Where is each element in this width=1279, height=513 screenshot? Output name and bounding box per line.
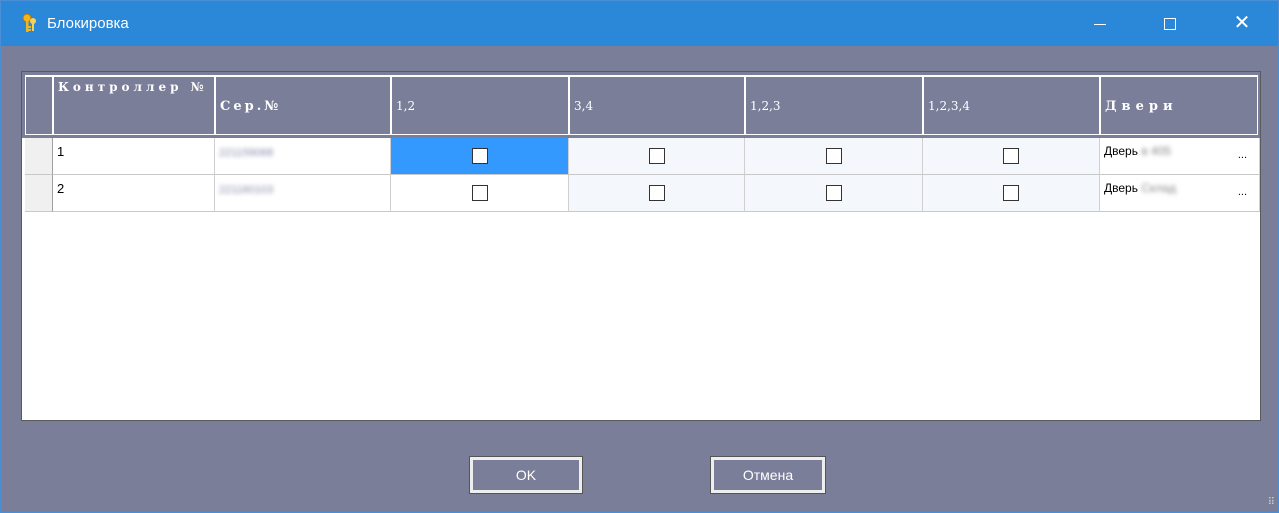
door-name: в 405: [1141, 144, 1172, 158]
lock-123-checkbox[interactable]: [825, 148, 842, 164]
lock-12-cell[interactable]: [391, 138, 569, 175]
column-header-34[interactable]: 3,4: [569, 75, 745, 135]
row-header[interactable]: [25, 138, 53, 175]
resize-grip-icon[interactable]: ⠿: [1268, 497, 1275, 508]
lock-12-checkbox[interactable]: [471, 148, 488, 164]
doors-cell[interactable]: Дверь Склад ...: [1100, 175, 1260, 212]
doors-cell[interactable]: Дверь в 405 ...: [1100, 138, 1260, 175]
close-button[interactable]: ✕: [1219, 1, 1265, 46]
lock-34-cell[interactable]: [569, 175, 745, 212]
title-bar[interactable]: Блокировка ✕: [1, 1, 1278, 46]
minimize-icon: [1094, 23, 1106, 25]
door-name: Склад: [1141, 181, 1177, 195]
grid-header: Контроллер № Сер.№ 1,2 3,4 1,2,3 1,2,3,4…: [22, 72, 1260, 138]
lock-12-checkbox[interactable]: [471, 185, 488, 201]
maximize-icon: [1164, 18, 1176, 31]
controllers-grid[interactable]: Контроллер № Сер.№ 1,2 3,4 1,2,3 1,2,3,4…: [21, 71, 1261, 421]
controller-cell[interactable]: 2: [53, 175, 215, 212]
ok-button[interactable]: OK: [469, 456, 583, 494]
column-header-doors[interactable]: Двери: [1100, 75, 1258, 135]
controller-cell[interactable]: 1: [53, 138, 215, 175]
cancel-button[interactable]: Отмена: [710, 456, 826, 494]
door-label: Дверь: [1104, 181, 1138, 195]
minimize-button[interactable]: [1077, 1, 1123, 46]
serial-cell[interactable]: 221160103: [215, 175, 391, 212]
doors-more-button[interactable]: ...: [1238, 186, 1247, 198]
door-label: Дверь: [1104, 144, 1138, 158]
column-header-123[interactable]: 1,2,3: [745, 75, 923, 135]
close-icon: ✕: [1233, 12, 1251, 34]
lock-123-cell[interactable]: [745, 175, 923, 212]
row-header-corner: [25, 75, 53, 135]
lock-1234-checkbox[interactable]: [1003, 148, 1019, 164]
lock-1234-cell[interactable]: [923, 138, 1100, 175]
lock-123-checkbox[interactable]: [825, 185, 842, 201]
table-row[interactable]: 1 221159068 Дверь в 405 ...: [22, 138, 1260, 175]
lock-1234-cell[interactable]: [923, 175, 1100, 212]
lock-123-cell[interactable]: [745, 138, 923, 175]
lock-34-checkbox[interactable]: [648, 148, 665, 164]
column-header-12[interactable]: 1,2: [391, 75, 569, 135]
row-header[interactable]: [25, 175, 53, 212]
column-header-1234[interactable]: 1,2,3,4: [923, 75, 1100, 135]
lock-1234-checkbox[interactable]: [1003, 185, 1019, 201]
lock-34-checkbox[interactable]: [648, 185, 665, 201]
keys-icon: [22, 13, 36, 32]
table-row[interactable]: 2 221160103 Дверь Склад ...: [22, 175, 1260, 212]
maximize-button[interactable]: [1147, 1, 1193, 46]
serial-value: 221160103: [219, 184, 274, 196]
column-header-controller[interactable]: Контроллер №: [53, 75, 215, 135]
lock-dialog-window: Блокировка ✕ Контроллер № Сер.№ 1,2 3,4 …: [0, 0, 1279, 513]
lock-12-cell[interactable]: [391, 175, 569, 212]
lock-34-cell[interactable]: [569, 138, 745, 175]
window-title: Блокировка: [47, 15, 129, 32]
doors-more-button[interactable]: ...: [1238, 149, 1247, 161]
serial-cell[interactable]: 221159068: [215, 138, 391, 175]
serial-value: 221159068: [219, 147, 274, 159]
column-header-serial[interactable]: Сер.№: [215, 75, 391, 135]
